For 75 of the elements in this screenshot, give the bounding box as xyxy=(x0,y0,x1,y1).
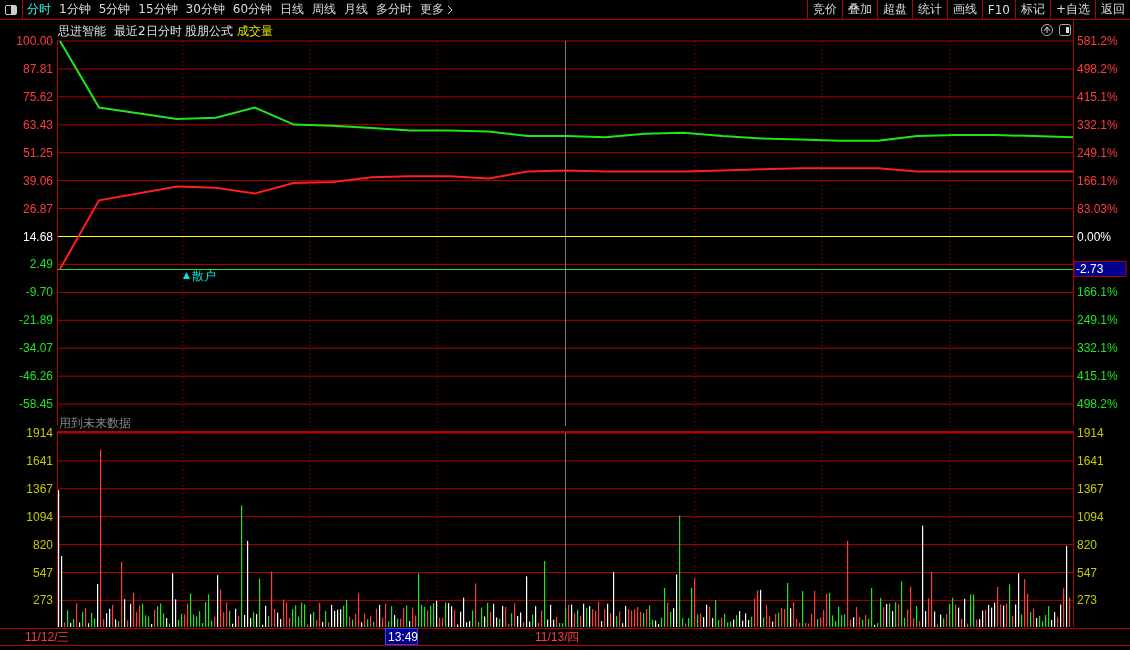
axis-label: 1367 xyxy=(26,481,53,496)
axis-label: 39.06 xyxy=(22,173,53,188)
axis-label: 2.49 xyxy=(29,257,53,272)
toolbar-button[interactable]: 统计 xyxy=(911,0,947,19)
period-tab[interactable]: 5分钟 xyxy=(94,0,135,19)
chart-mode: 最近2日分时 xyxy=(114,24,182,38)
axis-label: 1641 xyxy=(26,453,53,468)
axis-label: 83.03% xyxy=(1077,201,1118,216)
upload-icon[interactable] xyxy=(1041,24,1053,36)
axis-label: 547 xyxy=(1077,565,1098,580)
axis-label: 1367 xyxy=(1077,481,1104,496)
axis-label: -9.70 xyxy=(25,285,53,300)
axis-label: -34.07 xyxy=(18,341,53,356)
cursor-time: 13:49 xyxy=(385,628,419,645)
period-tab[interactable]: 更多 xyxy=(416,0,458,19)
date-label: 11/13/四 xyxy=(535,630,580,644)
formula-name: 股朋公式 xyxy=(185,24,233,38)
axis-label: 273 xyxy=(32,593,53,608)
chevron-icon xyxy=(447,4,454,15)
period-tab[interactable]: 15分钟 xyxy=(134,0,182,19)
toolbar-button[interactable]: 画线 xyxy=(946,0,982,19)
axis-label: 1641 xyxy=(1077,453,1104,468)
axis-label: 87.81 xyxy=(22,61,53,76)
indicator-name: 成交量 xyxy=(237,24,273,38)
axis-label: -58.45 xyxy=(18,397,53,412)
toolbar-button[interactable]: 标记 xyxy=(1014,0,1050,19)
date-label: 11/12/三 xyxy=(25,630,70,644)
axis-label: 332.1% xyxy=(1077,341,1118,356)
axis-label: 547 xyxy=(32,565,53,580)
axis-label: 581.2% xyxy=(1077,34,1118,48)
period-tab[interactable]: 60分钟 xyxy=(228,0,277,19)
axis-label: 166.1% xyxy=(1077,173,1118,188)
period-tab[interactable]: 多分时 xyxy=(372,0,417,19)
period-tab[interactable]: 月线 xyxy=(340,0,373,19)
axis-label: 498.2% xyxy=(1077,61,1118,76)
axis-label: 1914 xyxy=(26,426,53,440)
toolbar-button[interactable]: F10 xyxy=(981,0,1015,19)
period-tab[interactable]: 日线 xyxy=(276,0,309,19)
period-tab[interactable]: 1分钟 xyxy=(55,0,95,19)
axis-label: 63.43 xyxy=(22,117,53,132)
axis-label: -21.89 xyxy=(18,313,53,328)
axis-label: 820 xyxy=(32,537,53,552)
marker-label: 散户 xyxy=(192,269,216,283)
axis-label: 820 xyxy=(1077,537,1098,552)
axis-label: 1914 xyxy=(1077,426,1104,440)
axis-label: 1094 xyxy=(26,509,53,524)
axis-label: 249.1% xyxy=(1077,145,1118,160)
axis-label: -46.26 xyxy=(18,369,53,384)
axis-label: 14.68 xyxy=(22,229,53,244)
axis-label: 415.1% xyxy=(1077,89,1118,104)
axis-label: 100.00 xyxy=(16,34,53,48)
axis-label: 26.87 xyxy=(22,201,53,216)
axis-label: 51.25 xyxy=(22,145,53,160)
toolbar-button[interactable]: 返回 xyxy=(1095,0,1130,19)
cursor-value: -2.73 xyxy=(1073,260,1127,277)
axis-label: 1094 xyxy=(1077,509,1104,524)
period-tab[interactable]: 周线 xyxy=(308,0,341,19)
toolbar-button[interactable]: 超盘 xyxy=(876,0,912,19)
period-tab[interactable]: 分时 xyxy=(23,0,55,19)
triangle-icon xyxy=(183,272,190,279)
axis-label: 498.2% xyxy=(1077,397,1118,412)
axis-label: 75.62 xyxy=(22,89,53,104)
panel-icon[interactable] xyxy=(1059,24,1071,36)
axis-label: 249.1% xyxy=(1077,313,1118,328)
axis-label: 415.1% xyxy=(1077,369,1118,384)
axis-label: 166.1% xyxy=(1077,285,1118,300)
axis-label: 273 xyxy=(1077,593,1098,608)
notice-text: 用到未来数据 xyxy=(59,416,131,430)
toolbar-button[interactable]: 叠加 xyxy=(841,0,877,19)
axis-label: 0.00% xyxy=(1077,229,1112,244)
axis-label: 332.1% xyxy=(1077,117,1118,132)
stock-name: 思进智能 xyxy=(58,24,106,38)
toolbar-button[interactable]: 竞价 xyxy=(806,0,842,19)
period-tab[interactable]: 30分钟 xyxy=(181,0,229,19)
toolbar-button[interactable]: +自选 xyxy=(1049,0,1095,19)
